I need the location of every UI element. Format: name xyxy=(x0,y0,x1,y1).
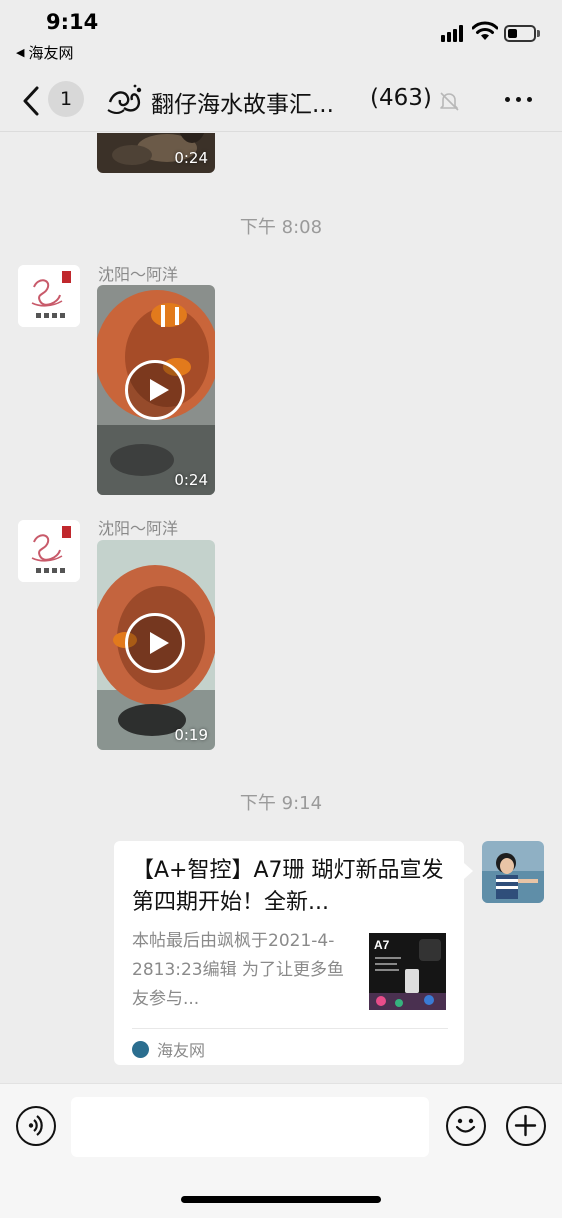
source-site-icon xyxy=(132,1040,149,1058)
sender-name: 沈阳～阿洋 xyxy=(98,265,179,284)
avatar[interactable] xyxy=(18,265,80,327)
avatar-logo-image xyxy=(18,520,80,582)
link-thumbnail: A7 xyxy=(369,933,446,1010)
mute-bell-icon xyxy=(440,92,459,111)
video-duration: 0:24 xyxy=(174,471,208,489)
link-thumb-label: A7 xyxy=(374,938,390,952)
group-logo-icon xyxy=(107,84,142,114)
link-title: 【A+智控】A7珊 瑚灯新品宣发 第四期开始！全新... xyxy=(132,858,444,915)
battery-icon xyxy=(504,25,536,42)
status-back-to-app[interactable]: ◀ 海友网 xyxy=(16,42,73,63)
back-triangle-icon: ◀ xyxy=(16,46,25,59)
voice-icon[interactable] xyxy=(16,1106,56,1146)
my-avatar[interactable] xyxy=(482,841,544,903)
status-back-label: 海友网 xyxy=(28,44,74,62)
emoji-icon[interactable] xyxy=(446,1106,486,1146)
chat-title[interactable]: 翻仔海水故事汇... xyxy=(151,85,334,119)
member-count: (463) xyxy=(370,85,432,111)
avatar[interactable] xyxy=(18,520,80,582)
video-duration: 0:24 xyxy=(174,149,208,167)
timestamp: 下午 8:08 xyxy=(239,217,323,238)
message-list[interactable]: 0:24 下午 8:08 沈阳～阿洋 0:24 沈阳～阿洋 0:19 下午 9:… xyxy=(0,133,562,1083)
sender-name: 沈阳～阿洋 xyxy=(98,519,179,538)
link-card-message[interactable]: 【A+智控】A7珊 瑚灯新品宣发 第四期开始！全新... 本帖最后由飒枫于202… xyxy=(114,841,473,1065)
link-source-label: 海友网 xyxy=(157,1041,206,1060)
play-icon[interactable] xyxy=(125,613,185,673)
link-description: 本帖最后由飒枫于2021-4-2813:23编辑 为了让更多鱼友参与... xyxy=(132,931,345,1009)
message-input[interactable] xyxy=(71,1097,429,1157)
more-icon[interactable] xyxy=(505,97,532,102)
plus-icon[interactable] xyxy=(506,1106,546,1146)
video-message[interactable]: 0:24 xyxy=(97,133,215,173)
avatar-logo-image xyxy=(18,265,80,327)
avatar-photo xyxy=(482,841,544,903)
status-bar: 9:14 ◀ 海友网 xyxy=(0,0,562,70)
unread-count-badge[interactable]: 1 xyxy=(48,81,84,117)
signal-icon xyxy=(441,24,463,42)
home-indicator[interactable] xyxy=(181,1196,381,1203)
wifi-icon xyxy=(472,21,498,40)
back-chevron-icon[interactable] xyxy=(20,84,44,118)
video-message[interactable]: 0:19 xyxy=(97,540,215,750)
chat-header: 1 翻仔海水故事汇... (463) xyxy=(0,70,562,132)
timestamp: 下午 9:14 xyxy=(239,793,323,814)
link-source: 海友网 xyxy=(132,1037,205,1061)
status-time: 9:14 xyxy=(46,10,99,34)
video-message[interactable]: 0:24 xyxy=(97,285,215,495)
play-icon[interactable] xyxy=(125,360,185,420)
video-duration: 0:19 xyxy=(174,726,208,744)
